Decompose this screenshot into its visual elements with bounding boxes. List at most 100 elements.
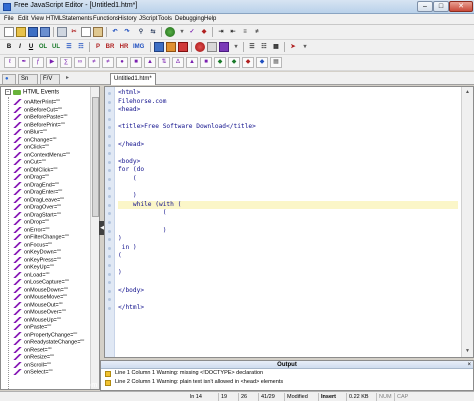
code-line[interactable]: for (do	[118, 166, 458, 175]
menu-functions[interactable]: Functions	[93, 16, 119, 22]
cut-icon[interactable]: ✂	[69, 27, 79, 37]
snippet-button[interactable]: ▲	[186, 57, 198, 68]
code-line[interactable]: )	[118, 269, 458, 278]
tree-root-html-events[interactable]: − HTML Events	[5, 89, 59, 97]
tree-item-event[interactable]: onResize=""	[13, 354, 99, 362]
snippet-button[interactable]: ∑	[60, 57, 72, 68]
tree-item-event[interactable]: onDragStart=""	[13, 211, 99, 220]
italic-button[interactable]: I	[15, 42, 25, 52]
tab-snippets[interactable]: Sn	[18, 74, 38, 84]
code-line[interactable]: <head>	[118, 106, 458, 115]
tree-scrollbar-thumb[interactable]	[92, 97, 99, 217]
tree-item-event[interactable]: onDrop=""	[13, 219, 99, 227]
dropdown-arrow-icon[interactable]: ▾	[177, 27, 187, 37]
save-all-icon[interactable]	[40, 27, 50, 37]
code-line[interactable]: </body>	[118, 287, 458, 296]
snippet-button[interactable]: ▦	[270, 57, 282, 68]
menu-html[interactable]: HTML	[46, 16, 62, 22]
hr-button[interactable]: HR	[119, 42, 129, 52]
tree-item-event[interactable]: onChange=""	[13, 136, 99, 145]
tree-item-event[interactable]: onMouseMove=""	[13, 294, 99, 302]
code-line[interactable]: <body>	[118, 158, 458, 167]
collapse-icon[interactable]: −	[5, 89, 11, 95]
image-button[interactable]: IMG	[133, 42, 144, 52]
snippet-button[interactable]: ∞	[74, 57, 86, 68]
tree-item-event[interactable]: onBeforeCut=""	[13, 106, 99, 115]
tab-functions-variables[interactable]: F/V	[40, 74, 60, 84]
save-icon[interactable]	[28, 27, 38, 37]
tree-item-event[interactable]: onCut=""	[13, 159, 99, 167]
snippet-button[interactable]: ≠	[102, 57, 114, 68]
print-icon[interactable]	[57, 27, 67, 37]
tree-item-event[interactable]: onReadystateChange=""	[13, 339, 99, 347]
maximize-button[interactable]: □	[433, 1, 449, 12]
run-browser-icon[interactable]	[165, 27, 175, 37]
code-editor[interactable]: <html> Filehorse.com <head> <title>Free Sof…	[104, 86, 474, 358]
snippet-button[interactable]: ℓ	[4, 57, 16, 68]
code-line[interactable]: </head>	[118, 141, 458, 150]
snippet-button[interactable]: ▲	[144, 57, 156, 68]
snippet-button[interactable]: ■	[200, 57, 212, 68]
tab-events[interactable]: ●	[2, 74, 16, 84]
frame-icon[interactable]	[219, 42, 229, 52]
tab-untitled1[interactable]: Untitled1.htm*	[110, 73, 156, 85]
tree-item-event[interactable]: onAfterPrint=""	[13, 99, 99, 107]
code-line[interactable]	[118, 115, 458, 124]
replace-icon[interactable]: ⇆	[148, 27, 158, 37]
tree-item-event[interactable]: onDragOver=""	[13, 204, 99, 212]
output-message[interactable]: Line 2 Column 1 Warning: plain text isn'…	[101, 378, 473, 387]
code-line[interactable]: <html>	[118, 89, 458, 98]
menu-tools[interactable]: Tools	[158, 16, 172, 22]
anchor-icon[interactable]	[166, 42, 176, 52]
code-line[interactable]	[118, 184, 458, 193]
tree-item-event[interactable]: onDragLeave=""	[13, 196, 99, 205]
minimize-button[interactable]: –	[417, 1, 433, 12]
snippet-button[interactable]: ƒ	[32, 57, 44, 68]
undo-icon[interactable]: ↶	[110, 27, 120, 37]
snippet-button[interactable]: ■	[130, 57, 142, 68]
align-center-button[interactable]: ☶	[76, 42, 86, 52]
code-line[interactable]: Filehorse.com	[118, 98, 458, 107]
indent-icon[interactable]: ⇥	[216, 27, 226, 37]
table-icon[interactable]	[207, 42, 217, 52]
scroll-up-icon[interactable]: ▲	[463, 88, 472, 97]
menu-statements[interactable]: Statements	[62, 16, 92, 22]
record-icon[interactable]	[195, 42, 205, 52]
new-file-icon[interactable]	[4, 27, 14, 37]
code-line[interactable]	[118, 149, 458, 158]
code-area[interactable]: <html> Filehorse.com <head> <title>Free Sof…	[118, 89, 458, 312]
cell-icon[interactable]: ▦	[271, 42, 281, 52]
tree-item-event[interactable]: onPropertyChange=""	[13, 331, 99, 340]
code-line[interactable]	[118, 218, 458, 227]
tree-item-event[interactable]: onKeyUp=""	[13, 264, 99, 272]
tree-item-event[interactable]: onBlur=""	[13, 129, 99, 137]
line-break-button[interactable]: BR	[105, 42, 115, 52]
snippet-button[interactable]: ◆	[256, 57, 268, 68]
copy-icon[interactable]	[81, 27, 91, 37]
menu-help[interactable]: Help	[204, 16, 216, 22]
debug-icon[interactable]: ◆	[199, 27, 209, 37]
tree-item-event[interactable]: onBeforePrint=""	[13, 121, 99, 130]
form-icon[interactable]	[178, 42, 188, 52]
tree-item-event[interactable]: onMouseOver=""	[13, 309, 99, 317]
tree-item-event[interactable]: onError=""	[13, 226, 99, 235]
menu-edit[interactable]: Edit	[18, 16, 28, 22]
underline-button[interactable]: U	[26, 42, 36, 52]
code-line[interactable]: <title>Free Software Download</title>	[118, 123, 458, 132]
columns-icon[interactable]: ☰	[247, 42, 257, 52]
code-line[interactable]	[118, 132, 458, 141]
ordered-list-button[interactable]: OL	[38, 42, 48, 52]
editor-scrollbar[interactable]: ▲ ▼	[461, 87, 473, 357]
menu-file[interactable]: File	[4, 16, 14, 22]
menu-debugging[interactable]: Debugging	[175, 16, 204, 22]
menu-view[interactable]: View	[31, 16, 44, 22]
tree-item-event[interactable]: onLoad=""	[13, 271, 99, 280]
scroll-down-icon[interactable]: ▼	[463, 347, 472, 356]
code-line[interactable]: (	[118, 209, 458, 218]
tree-item-event[interactable]: onFocus=""	[13, 241, 99, 250]
dropdown-arrow-icon[interactable]: ▾	[231, 42, 241, 52]
tree-item-event[interactable]: onFilterChange=""	[13, 234, 99, 242]
tree-item-event[interactable]: onLoseCapture=""	[13, 279, 99, 287]
unordered-list-button[interactable]: UL	[51, 42, 61, 52]
comment-icon[interactable]: ≡	[240, 27, 250, 37]
